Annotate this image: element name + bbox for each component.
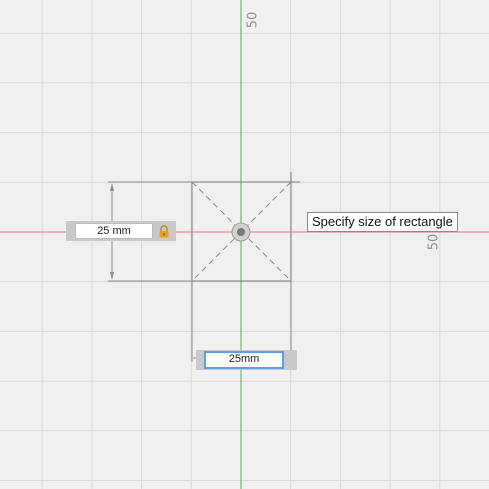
ruler-label-right: 50 <box>426 233 442 251</box>
lock-icon[interactable] <box>158 225 170 238</box>
grid <box>0 0 489 489</box>
ruler-label-top: 50 <box>245 11 261 29</box>
sketch-canvas[interactable] <box>0 0 489 489</box>
tooltip: Specify size of rectangle <box>307 212 458 232</box>
width-dimension-input[interactable]: 25mm <box>204 351 284 369</box>
height-dimension-input[interactable]: 25 mm <box>75 223 153 239</box>
origin-point-icon[interactable] <box>231 222 251 242</box>
